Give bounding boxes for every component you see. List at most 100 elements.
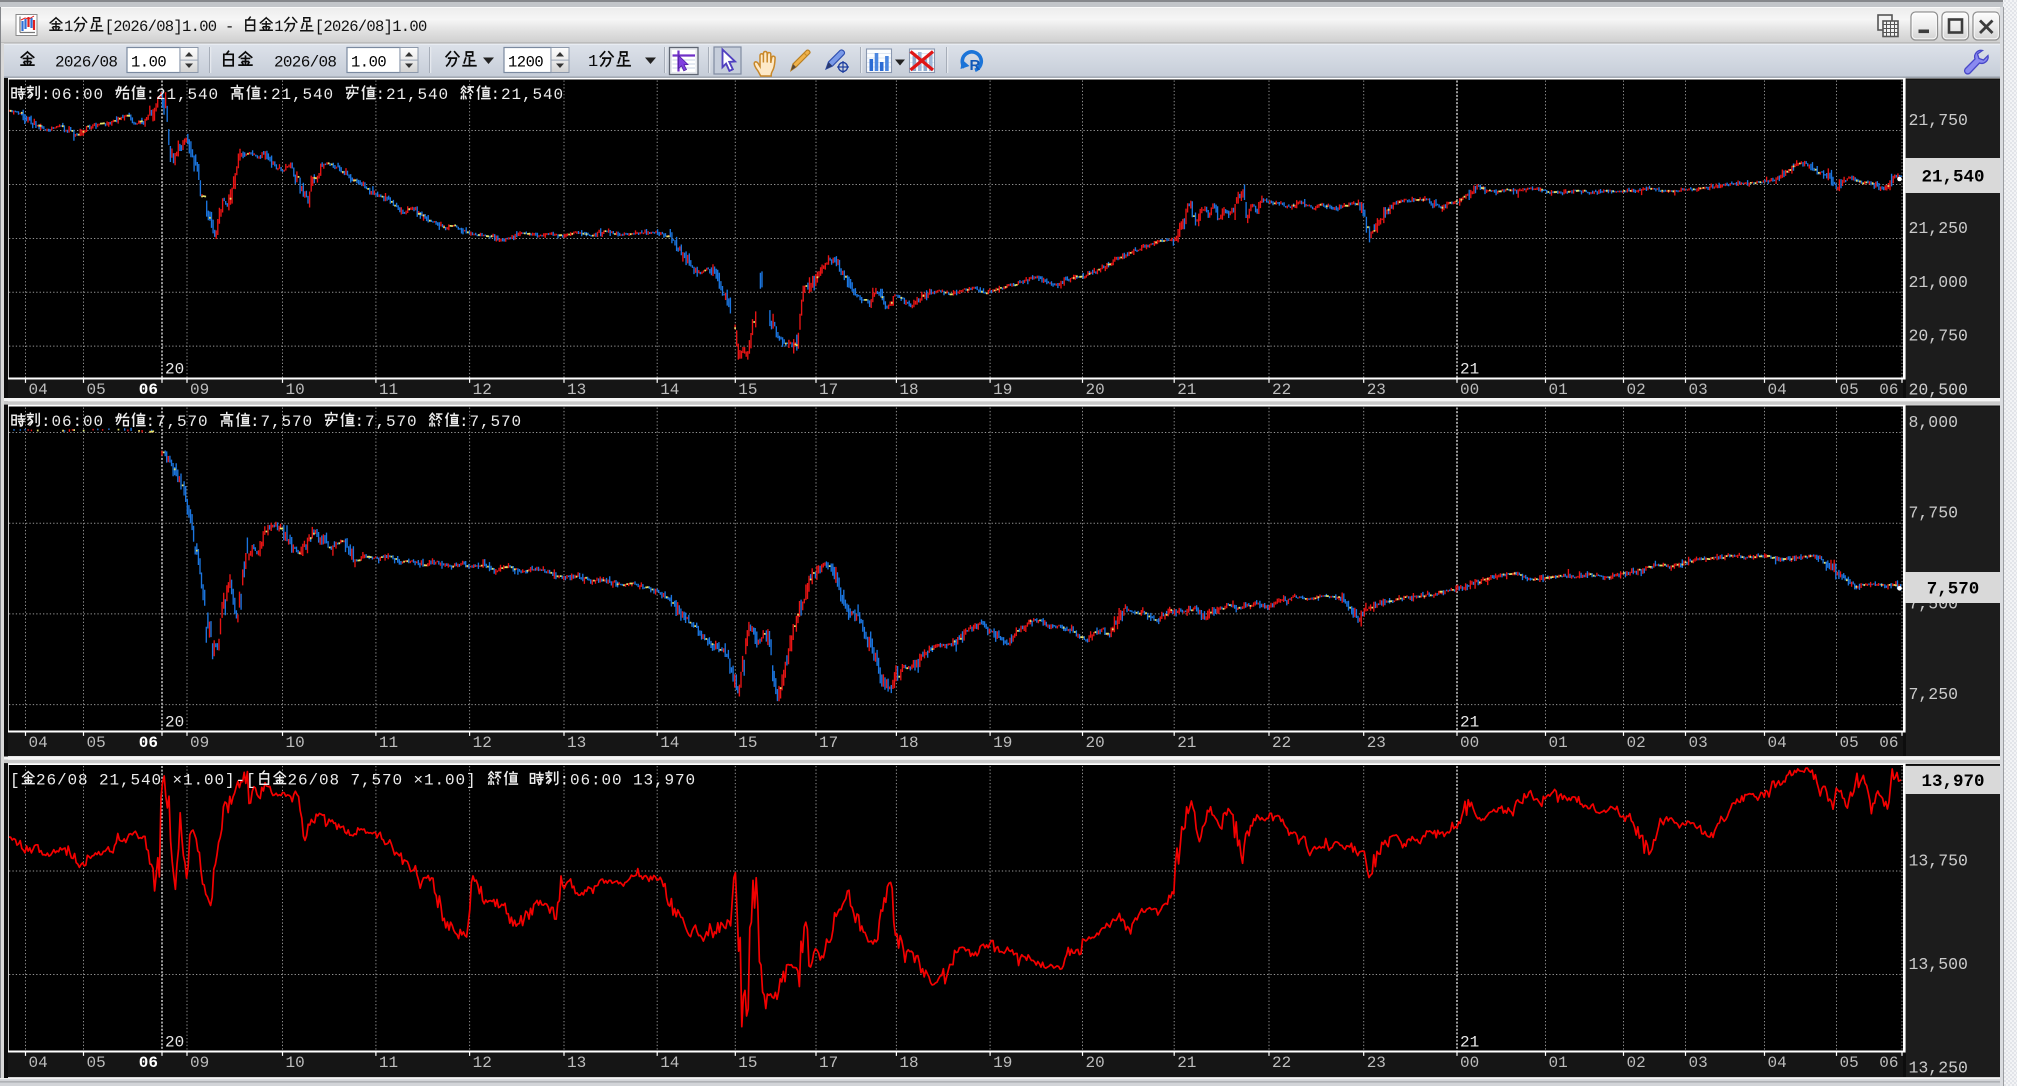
svg-text::21,540: :21,540	[261, 86, 335, 104]
svg-text:04: 04	[29, 1054, 48, 1072]
svg-text::06:00 13,970: :06:00 13,970	[560, 772, 697, 790]
svg-text:04: 04	[1768, 734, 1787, 752]
svg-text:02: 02	[1627, 734, 1646, 752]
svg-text:13,500: 13,500	[1909, 955, 1968, 974]
svg-text:14: 14	[660, 381, 679, 399]
svg-text:13: 13	[567, 734, 586, 752]
svg-text:12: 12	[473, 381, 492, 399]
svg-text:21,000: 21,000	[1909, 273, 1968, 292]
svg-text:12: 12	[473, 1054, 492, 1072]
svg-text::06:00: :06:00	[41, 413, 104, 431]
svg-text:05: 05	[87, 1054, 106, 1072]
svg-text:[2026/08]1.00 -: [2026/08]1.00 -	[105, 18, 234, 36]
svg-text::21,540: :21,540	[491, 86, 565, 104]
svg-text:17: 17	[819, 734, 838, 752]
svg-text:×1.00]: ×1.00]	[414, 772, 477, 790]
svg-text:04: 04	[1768, 381, 1787, 399]
svg-text:1: 1	[64, 18, 73, 36]
svg-text::7,570: :7,570	[459, 413, 522, 431]
svg-text:04: 04	[29, 734, 48, 752]
svg-text:21: 21	[1177, 734, 1196, 752]
svg-text:15: 15	[738, 1054, 757, 1072]
svg-text:01: 01	[1549, 1054, 1568, 1072]
svg-text:21: 21	[1460, 1034, 1479, 1052]
svg-text:20,750: 20,750	[1909, 327, 1968, 346]
svg-text:09: 09	[190, 1054, 209, 1072]
svg-text:18: 18	[899, 1054, 918, 1072]
svg-text:1.00: 1.00	[131, 54, 166, 72]
svg-text:06: 06	[1879, 1054, 1898, 1072]
svg-text:04: 04	[1768, 1054, 1787, 1072]
svg-text:11: 11	[379, 381, 398, 399]
svg-text:01: 01	[1549, 381, 1568, 399]
svg-text:21,750: 21,750	[1909, 111, 1968, 130]
svg-text:23: 23	[1367, 381, 1386, 399]
svg-text:20: 20	[1086, 1054, 1105, 1072]
svg-text:20: 20	[165, 714, 184, 732]
svg-text:23: 23	[1367, 1054, 1386, 1072]
svg-text:[2026/08]1.00: [2026/08]1.00	[315, 18, 427, 36]
svg-text:18: 18	[899, 381, 918, 399]
svg-text:13,750: 13,750	[1909, 852, 1968, 871]
svg-text:03: 03	[1689, 1054, 1708, 1072]
svg-text:15: 15	[738, 734, 757, 752]
svg-text:2026/08: 2026/08	[55, 54, 117, 72]
svg-text:03: 03	[1689, 734, 1708, 752]
svg-text:21: 21	[1460, 714, 1479, 732]
svg-text:19: 19	[993, 734, 1012, 752]
svg-text:20: 20	[1086, 734, 1105, 752]
svg-text:02: 02	[1627, 1054, 1646, 1072]
svg-text:21: 21	[1177, 381, 1196, 399]
svg-text:06: 06	[139, 1054, 158, 1072]
svg-text:05: 05	[1840, 1054, 1859, 1072]
svg-text:11: 11	[379, 734, 398, 752]
svg-text:18: 18	[899, 734, 918, 752]
svg-text:05: 05	[87, 734, 106, 752]
svg-text:00: 00	[1460, 1054, 1479, 1072]
svg-text:06: 06	[139, 381, 158, 399]
svg-text:7,250: 7,250	[1909, 685, 1959, 704]
svg-text:R: R	[970, 57, 981, 74]
svg-text:10: 10	[286, 734, 305, 752]
svg-text:21: 21	[1177, 1054, 1196, 1072]
svg-text:[: [	[10, 772, 21, 790]
svg-text:1.00: 1.00	[351, 54, 386, 72]
svg-text:01: 01	[1549, 734, 1568, 752]
svg-text:21,540: 21,540	[1921, 168, 1984, 188]
svg-text:22: 22	[1272, 1054, 1291, 1072]
svg-text:14: 14	[660, 734, 679, 752]
svg-text:06: 06	[1879, 381, 1898, 399]
svg-text:7,750: 7,750	[1909, 504, 1959, 523]
svg-text::7,570: :7,570	[355, 413, 418, 431]
svg-text:×1.00]-[: ×1.00]-[	[173, 772, 257, 790]
svg-text:7,570: 7,570	[1927, 580, 1980, 600]
svg-text::21,540: :21,540	[376, 86, 450, 104]
svg-text::7,570: :7,570	[250, 413, 313, 431]
svg-text:8,000: 8,000	[1909, 413, 1959, 432]
svg-text:20: 20	[165, 361, 184, 379]
svg-text:1: 1	[588, 53, 598, 72]
svg-text:00: 00	[1460, 734, 1479, 752]
svg-text:00: 00	[1460, 381, 1479, 399]
svg-text:11: 11	[379, 1054, 398, 1072]
svg-text:26/08 21,540: 26/08 21,540	[36, 772, 162, 790]
svg-text:04: 04	[29, 381, 48, 399]
svg-text:14: 14	[660, 1054, 679, 1072]
svg-text:21,250: 21,250	[1909, 219, 1968, 238]
svg-text:19: 19	[993, 1054, 1012, 1072]
svg-text:13,250: 13,250	[1909, 1059, 1968, 1078]
svg-text:12: 12	[473, 734, 492, 752]
svg-text:1200: 1200	[508, 54, 543, 72]
svg-text:05: 05	[1840, 734, 1859, 752]
svg-text:21: 21	[1460, 361, 1479, 379]
svg-text:1: 1	[274, 18, 283, 36]
svg-text:13: 13	[567, 1054, 586, 1072]
svg-text:15: 15	[738, 381, 757, 399]
svg-text:10: 10	[286, 381, 305, 399]
svg-text:23: 23	[1367, 734, 1386, 752]
svg-text:17: 17	[819, 381, 838, 399]
svg-text:03: 03	[1689, 381, 1708, 399]
svg-text:22: 22	[1272, 381, 1291, 399]
svg-text::7,570: :7,570	[146, 413, 209, 431]
svg-text:06: 06	[139, 734, 158, 752]
